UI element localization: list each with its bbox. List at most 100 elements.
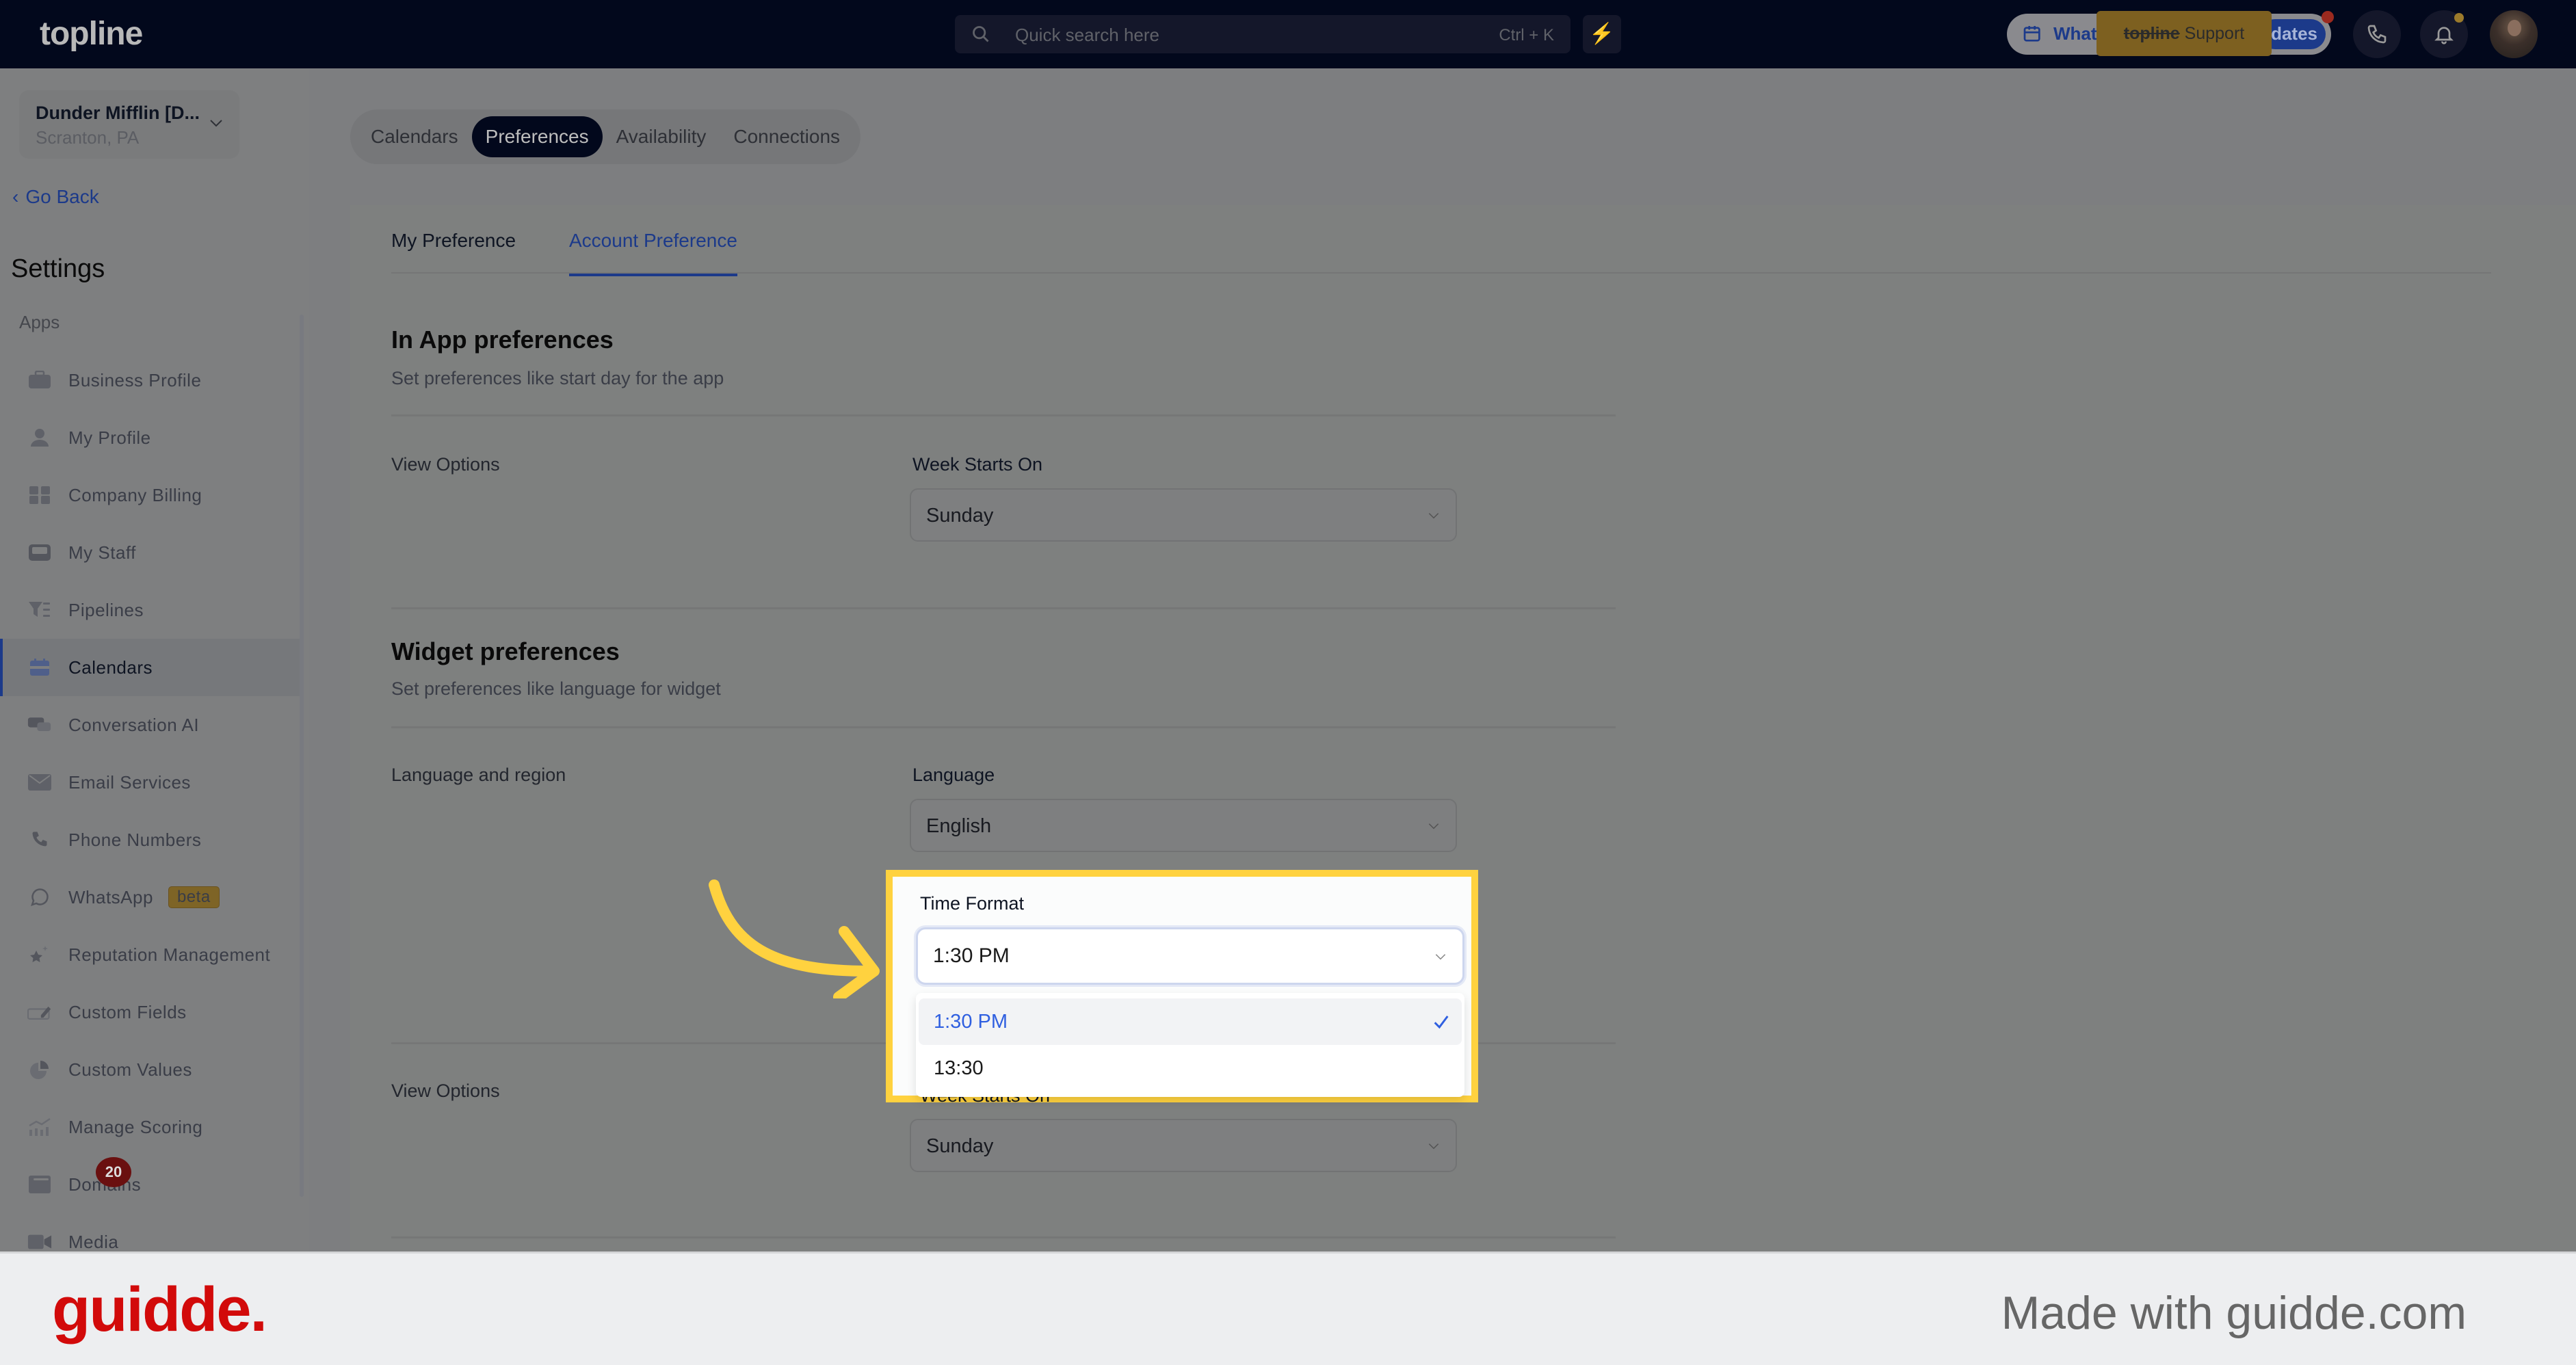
guidde-logo: guidde. bbox=[52, 1275, 267, 1344]
lightning-icon: ⚡ bbox=[1589, 23, 1615, 45]
sidebar-item-label: Custom Fields bbox=[68, 1001, 187, 1022]
time-format-option-12h[interactable]: 1:30 PM bbox=[919, 998, 1462, 1045]
sidebar-item-custom-values[interactable]: Custom Values bbox=[0, 1041, 304, 1098]
chevron-left-icon: ‹ bbox=[12, 186, 19, 207]
quick-search-input[interactable]: Quick search here Ctrl + K bbox=[955, 15, 1570, 53]
whats-new-label: What bbox=[2053, 23, 2097, 44]
sidebar-item-domains[interactable]: Domains bbox=[0, 1156, 304, 1213]
search-shortcut: Ctrl + K bbox=[1499, 26, 1554, 44]
bell-icon bbox=[2434, 27, 2454, 44]
calendar-settings-tabs: Calendars Preferences Availability Conne… bbox=[350, 109, 861, 164]
in-app-preferences-description: Set preferences like start day for the a… bbox=[391, 368, 724, 388]
notification-dot bbox=[2454, 13, 2464, 23]
notifications-button[interactable] bbox=[2420, 10, 2468, 58]
made-with-guidde: Made with guidde.com bbox=[2001, 1287, 2467, 1339]
sidebar-item-phone-numbers[interactable]: Phone Numbers bbox=[0, 811, 304, 869]
highlighted-time-format-field: Time Format 1:30 PM Week Starts On 1:30 … bbox=[886, 870, 1478, 1102]
filter-list-icon bbox=[27, 600, 52, 620]
quick-actions-button[interactable]: ⚡ bbox=[1583, 15, 1621, 53]
support-tooltip: topline Support bbox=[2097, 11, 2272, 56]
sidebar-item-label: Business Profile bbox=[68, 369, 202, 390]
widget-week-starts-on-select[interactable]: Sunday bbox=[910, 1119, 1457, 1172]
sidebar-item-calendars[interactable]: Calendars bbox=[0, 639, 304, 696]
updates-label: dates bbox=[2271, 23, 2317, 44]
sidebar-item-pipelines[interactable]: Pipelines bbox=[0, 581, 304, 639]
divider bbox=[391, 414, 1616, 416]
option-label: 13:30 bbox=[934, 1057, 984, 1079]
language-label: Language bbox=[912, 765, 995, 785]
email-icon bbox=[27, 772, 52, 793]
time-format-dropdown: 1:30 PM 13:30 bbox=[916, 993, 1464, 1097]
option-label: 1:30 PM bbox=[934, 1011, 1008, 1033]
sidebar-item-label: Email Services bbox=[68, 771, 191, 793]
widget-preferences-title: Widget preferences bbox=[391, 637, 620, 665]
sidebar-item-whatsapp[interactable]: WhatsApp beta bbox=[0, 869, 304, 926]
sidebar-item-reputation-management[interactable]: Reputation Management bbox=[0, 926, 304, 983]
calendar-icon bbox=[27, 657, 52, 678]
sidebar-item-label: Company Billing bbox=[68, 484, 202, 505]
phone-icon bbox=[27, 830, 52, 850]
tab-connections[interactable]: Connections bbox=[720, 116, 854, 157]
divider bbox=[391, 726, 1616, 728]
tab-calendars[interactable]: Calendars bbox=[357, 116, 472, 157]
sidebar-item-label: My Profile bbox=[68, 427, 151, 448]
sidebar-item-conversation-ai[interactable]: Conversation AI bbox=[0, 696, 304, 754]
beta-badge: beta bbox=[168, 886, 220, 908]
language-and-region-label: Language and region bbox=[391, 765, 566, 785]
support-text: Support bbox=[2179, 24, 2245, 43]
chevron-down-icon bbox=[1428, 513, 1439, 519]
location-switcher[interactable]: Dunder Mifflin [D... Scranton, PA bbox=[19, 90, 239, 159]
settings-nav: Business Profile My Profile Company Bill… bbox=[0, 352, 304, 1271]
time-format-select[interactable]: 1:30 PM bbox=[916, 927, 1464, 985]
sidebar-item-label: Conversation AI bbox=[68, 714, 200, 735]
app-logo[interactable]: topline bbox=[40, 15, 143, 53]
sidebar-item-label: Manage Scoring bbox=[68, 1116, 203, 1137]
view-options-label: View Options bbox=[391, 454, 500, 475]
avatar-face bbox=[2508, 20, 2521, 36]
apps-section-label: Apps bbox=[19, 312, 60, 332]
week-starts-on-select[interactable]: Sunday bbox=[910, 488, 1457, 542]
tab-preferences[interactable]: Preferences bbox=[471, 116, 603, 157]
sidebar-item-custom-fields[interactable]: Custom Fields bbox=[0, 983, 304, 1041]
browser-window-icon bbox=[27, 1174, 52, 1195]
search-placeholder: Quick search here bbox=[1015, 25, 1159, 45]
widget-preferences-description: Set preferences like language for widget bbox=[391, 678, 721, 699]
time-format-label: Time Format bbox=[920, 893, 1025, 914]
phone-icon bbox=[2367, 25, 2387, 44]
tab-availability[interactable]: Availability bbox=[603, 116, 720, 157]
guidde-footer: guidde. Made with guidde.com bbox=[0, 1251, 2576, 1365]
sidebar-item-label: My Staff bbox=[68, 542, 136, 563]
location-name: Dunder Mifflin [D... bbox=[36, 103, 200, 123]
check-icon bbox=[1434, 1016, 1449, 1029]
sidebar-item-my-profile[interactable]: My Profile bbox=[0, 409, 304, 466]
guide-arrow-icon bbox=[709, 879, 880, 998]
widget-view-options-label: View Options bbox=[391, 1081, 500, 1101]
sidebar-scrollbar[interactable] bbox=[300, 315, 304, 1197]
location-city: Scranton, PA bbox=[36, 127, 140, 148]
tab-my-preference[interactable]: My Preference bbox=[391, 230, 516, 252]
sidebar-item-label: Media bbox=[68, 1231, 119, 1252]
edit-field-icon bbox=[27, 1002, 52, 1022]
sidebar-item-my-staff[interactable]: My Staff bbox=[0, 524, 304, 581]
notification-count-badge[interactable]: 20 bbox=[96, 1157, 131, 1187]
sidebar-item-email-services[interactable]: Email Services bbox=[0, 754, 304, 811]
tab-account-preference[interactable]: Account Preference bbox=[569, 230, 737, 276]
week-starts-on-value: Sunday bbox=[926, 505, 994, 527]
preference-sub-tabs: My Preference Account Preference bbox=[391, 205, 2491, 276]
sidebar-item-company-billing[interactable]: Company Billing bbox=[0, 466, 304, 524]
chat-icon bbox=[27, 715, 52, 735]
user-avatar[interactable] bbox=[2490, 10, 2538, 58]
time-format-option-24h[interactable]: 13:30 bbox=[919, 1045, 1462, 1091]
user-icon bbox=[27, 427, 52, 448]
language-select[interactable]: English bbox=[910, 799, 1457, 852]
sidebar-item-business-profile[interactable]: Business Profile bbox=[0, 352, 304, 409]
widget-week-starts-on-value: Sunday bbox=[926, 1135, 994, 1157]
chart-trend-icon bbox=[27, 1117, 52, 1137]
go-back-link[interactable]: ‹ Go Back bbox=[12, 186, 99, 208]
settings-sidebar: Dunder Mifflin [D... Scranton, PA ‹ Go Ba… bbox=[0, 68, 309, 1252]
go-back-label: Go Back bbox=[25, 186, 99, 207]
sidebar-item-manage-scoring[interactable]: Manage Scoring bbox=[0, 1098, 304, 1156]
sidebar-item-label: Custom Values bbox=[68, 1059, 192, 1080]
phone-button[interactable] bbox=[2353, 10, 2401, 58]
inbox-icon bbox=[27, 542, 52, 563]
